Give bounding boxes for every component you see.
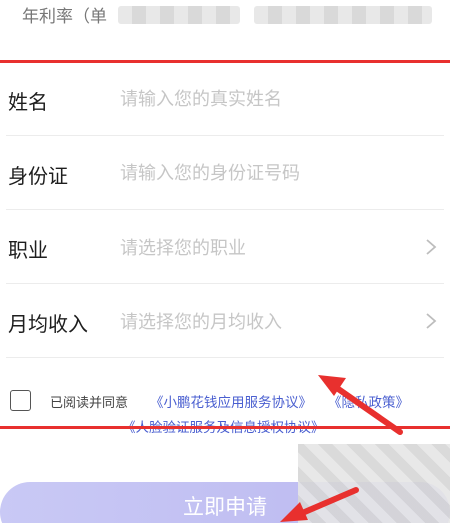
form-row-id-card: 身份证 (0, 136, 450, 210)
income-select[interactable]: 月均收入 请选择您的月均收入 (0, 284, 450, 358)
apply-now-label: 立即申请 (183, 495, 267, 519)
annual-rate-row: 年利率（单 (0, 0, 450, 36)
annual-rate-label: 年利率（单 (22, 7, 107, 27)
id-card-label: 身份证 (8, 164, 68, 188)
agreement-prefix: 已阅读并同意 (50, 396, 129, 411)
watermark-blur (298, 444, 450, 523)
occupation-select[interactable]: 职业 请选择您的职业 (0, 210, 450, 284)
occupation-placeholder: 请选择您的职业 (120, 238, 246, 259)
highlight-line-bottom (0, 426, 450, 429)
privacy-policy-link[interactable]: 《隐私政策》 (328, 391, 409, 411)
name-input[interactable] (120, 84, 410, 114)
chevron-right-icon (426, 313, 437, 329)
name-label: 姓名 (8, 90, 48, 114)
loan-application-page: 年利率（单 姓名 身份证 职业 请选择您的职业 月均收入 请选择您的月均收入 已… (0, 0, 450, 523)
form-row-name: 姓名 (0, 62, 450, 136)
income-placeholder: 请选择您的月均收入 (120, 312, 282, 333)
service-agreement-link[interactable]: 《小鹏花钱应用服务协议》 (150, 391, 312, 411)
redacted-rate-detail (254, 6, 432, 24)
agreement-checkbox[interactable] (10, 390, 31, 411)
income-label: 月均收入 (8, 312, 88, 336)
row-divider (6, 357, 444, 358)
id-card-input[interactable] (120, 158, 410, 188)
occupation-label: 职业 (8, 238, 48, 262)
redacted-rate-value (118, 6, 240, 24)
chevron-right-icon (426, 239, 437, 255)
